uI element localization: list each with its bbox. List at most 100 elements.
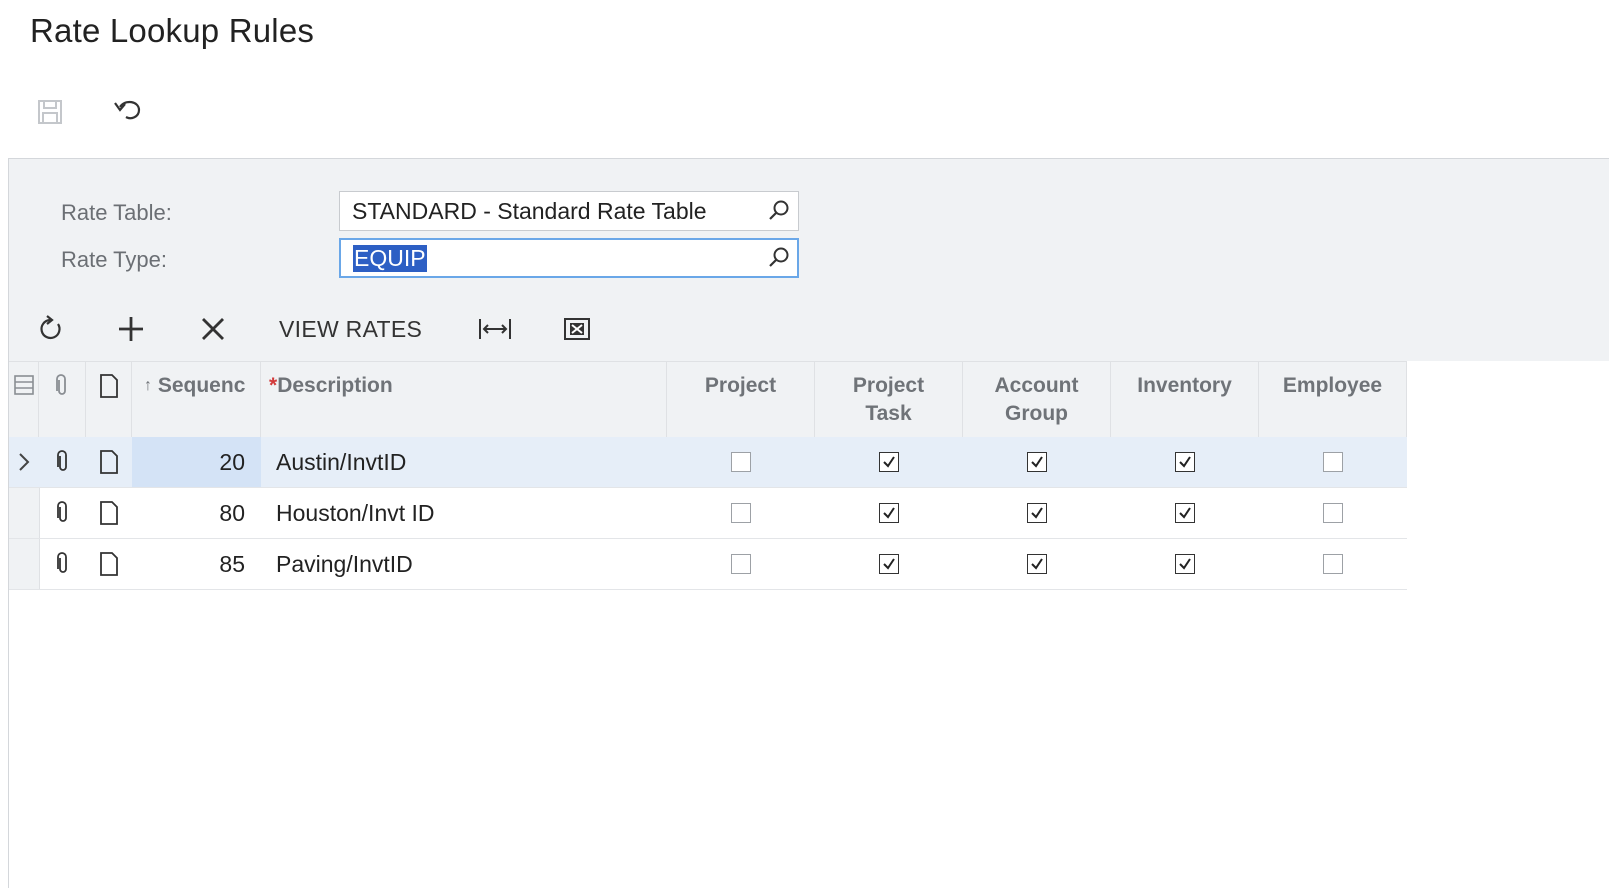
note-icon — [100, 450, 118, 474]
refresh-icon[interactable] — [33, 307, 69, 351]
description-cell[interactable]: Paving/InvtID — [261, 539, 667, 589]
fit-to-screen-icon[interactable] — [477, 307, 513, 351]
rate-type-label: Rate Type: — [61, 247, 167, 272]
description-column-header[interactable]: *Description — [261, 362, 667, 438]
rate-type-field[interactable]: EQUIP — [339, 238, 799, 278]
project-task-checkbox[interactable] — [879, 554, 899, 574]
inventory-cell — [1111, 488, 1259, 538]
description-cell[interactable]: Austin/InvtID — [261, 437, 667, 487]
save-icon[interactable] — [30, 92, 70, 132]
note-icon — [100, 374, 118, 398]
sequence-cell[interactable]: 85 — [132, 539, 261, 589]
project-column-header[interactable]: Project — [667, 362, 815, 438]
delete-row-button[interactable] — [195, 307, 231, 351]
add-row-button[interactable] — [113, 307, 149, 351]
inventory-column-header[interactable]: Inventory — [1111, 362, 1259, 438]
paperclip-icon — [56, 450, 67, 471]
chevron-right-icon — [19, 453, 30, 471]
checkmark-icon — [883, 507, 895, 519]
row-selector[interactable] — [9, 488, 39, 538]
row-attachment-button[interactable] — [39, 539, 86, 589]
note-icon — [100, 552, 118, 576]
account-group-column-header[interactable]: Account Group — [963, 362, 1111, 438]
sequence-cell[interactable]: 20 — [132, 437, 261, 487]
employee-column-header[interactable]: Employee — [1259, 362, 1407, 438]
column-config-icon — [14, 375, 34, 395]
checkmark-icon — [883, 456, 895, 468]
project-header-label: Project — [704, 374, 777, 397]
row-attachment-button[interactable] — [39, 437, 86, 487]
project-task-cell — [815, 437, 963, 487]
row-attachment-button[interactable] — [39, 488, 86, 538]
employee-header-label: Employee — [1282, 374, 1383, 397]
search-icon[interactable] — [766, 198, 792, 224]
description-cell[interactable]: Houston/Invt ID — [261, 488, 667, 538]
project-cell — [667, 539, 815, 589]
account-group-checkbox[interactable] — [1027, 503, 1047, 523]
row-note-button[interactable] — [86, 488, 132, 538]
form-panel: Rate Table: STANDARD - Standard Rate Tab… — [8, 158, 1609, 888]
table-row[interactable]: 85 Paving/InvtID — [9, 539, 1407, 590]
paperclip-icon — [56, 374, 66, 395]
account-group-header-line2: Group — [1005, 402, 1068, 425]
view-rates-button[interactable]: VIEW RATES — [279, 307, 422, 351]
employee-cell — [1259, 539, 1407, 589]
rate-table-field[interactable]: STANDARD - Standard Rate Table — [339, 191, 799, 231]
checkmark-icon — [1031, 507, 1043, 519]
account-group-header-line1: Account — [994, 374, 1079, 397]
checkmark-icon — [1179, 558, 1191, 570]
description-header-label: Description — [277, 374, 393, 397]
grid-header: ↑ Sequenc *Description Project Project Ta… — [9, 361, 1407, 439]
page-title: Rate Lookup Rules — [30, 12, 315, 49]
checkmark-icon — [1031, 558, 1043, 570]
account-group-cell — [963, 437, 1111, 487]
note-icon — [100, 501, 118, 525]
checkmark-icon — [883, 558, 895, 570]
sequence-cell[interactable]: 80 — [132, 488, 261, 538]
project-task-cell — [815, 539, 963, 589]
project-task-cell — [815, 488, 963, 538]
table-row[interactable]: 80 Houston/Invt ID — [9, 488, 1407, 539]
project-cell — [667, 437, 815, 487]
project-task-header-line2: Task — [865, 402, 912, 425]
inventory-checkbox[interactable] — [1175, 503, 1195, 523]
project-task-column-header[interactable]: Project Task — [815, 362, 963, 438]
export-excel-icon[interactable] — [559, 307, 595, 351]
note-column-header — [86, 362, 132, 438]
paperclip-icon — [56, 552, 67, 573]
sequence-header-label: Sequenc — [157, 374, 246, 397]
required-marker: * — [269, 374, 278, 397]
checkmark-icon — [1031, 456, 1043, 468]
close-icon — [202, 318, 224, 340]
sort-asc-icon: ↑ — [144, 377, 152, 394]
inventory-cell — [1111, 539, 1259, 589]
inventory-header-label: Inventory — [1137, 374, 1232, 397]
column-selector[interactable] — [9, 362, 39, 438]
form-header: Rate Table: STANDARD - Standard Rate Tab… — [9, 159, 1609, 361]
table-row[interactable]: 20 Austin/InvtID — [9, 437, 1407, 488]
account-group-checkbox[interactable] — [1027, 554, 1047, 574]
project-checkbox[interactable] — [731, 554, 751, 574]
sequence-column-header[interactable]: ↑ Sequenc — [132, 362, 261, 438]
rate-table-value: STANDARD - Standard Rate Table — [352, 197, 707, 224]
row-selector[interactable] — [9, 437, 39, 487]
project-checkbox[interactable] — [731, 452, 751, 472]
attachment-column-header — [39, 362, 86, 438]
project-task-checkbox[interactable] — [879, 452, 899, 472]
row-note-button[interactable] — [86, 437, 132, 487]
project-checkbox[interactable] — [731, 503, 751, 523]
plus-icon — [119, 317, 143, 341]
account-group-checkbox[interactable] — [1027, 452, 1047, 472]
employee-cell — [1259, 437, 1407, 487]
inventory-checkbox[interactable] — [1175, 554, 1195, 574]
row-note-button[interactable] — [86, 539, 132, 589]
paperclip-icon — [56, 501, 67, 522]
employee-checkbox[interactable] — [1323, 554, 1343, 574]
row-selector[interactable] — [9, 539, 39, 589]
inventory-checkbox[interactable] — [1175, 452, 1195, 472]
employee-checkbox[interactable] — [1323, 503, 1343, 523]
search-icon[interactable] — [766, 245, 792, 271]
undo-icon[interactable] — [108, 90, 148, 130]
employee-checkbox[interactable] — [1323, 452, 1343, 472]
project-task-checkbox[interactable] — [879, 503, 899, 523]
